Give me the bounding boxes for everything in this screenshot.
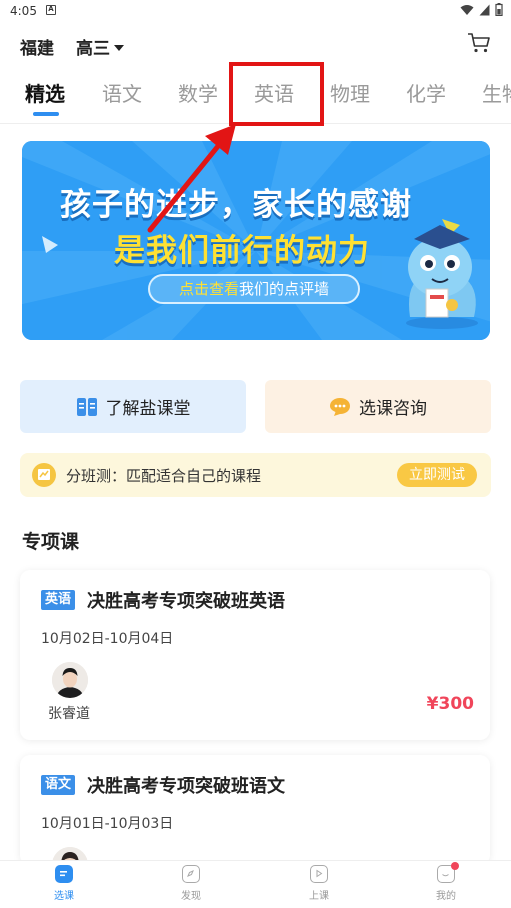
course-card[interactable]: 英语 决胜高考专项突破班英语 10月02日-10月04日 张睿道 ¥300	[20, 570, 490, 740]
banner-subheadline: 是我们前行的动力	[114, 233, 370, 269]
nav-label: 选课	[54, 891, 74, 902]
grade-selector[interactable]: 高三	[76, 34, 124, 59]
cart-icon[interactable]	[467, 32, 491, 54]
nav-discover[interactable]: 发现	[161, 865, 221, 902]
top-bar: 福建 高三	[0, 30, 511, 62]
status-bar: 4:05 A	[0, 0, 511, 22]
annotation-highlight-box	[229, 62, 324, 126]
tab-physics[interactable]: 物理	[330, 78, 370, 107]
status-time: 4:05	[10, 4, 37, 18]
nav-select-course[interactable]: 选课	[34, 865, 94, 902]
tab-math[interactable]: 数学	[178, 78, 218, 107]
nav-attend-class[interactable]: 上课	[289, 865, 349, 902]
test-paper-icon	[32, 463, 56, 487]
signal-icon	[479, 4, 490, 15]
nav-label: 上课	[309, 891, 329, 902]
wifi-icon	[460, 4, 474, 15]
profile-icon	[437, 862, 459, 883]
learn-classroom-label: 了解盐课堂	[105, 399, 191, 419]
course-consult-label: 选课咨询	[359, 399, 427, 419]
nav-label: 发现	[181, 891, 201, 902]
bottom-navigation: 选课 发现 上课 我的	[0, 860, 511, 908]
notification-badge	[451, 862, 459, 870]
compass-icon	[182, 865, 200, 883]
course-dates: 10月02日-10月04日	[41, 631, 174, 647]
course-price: ¥300	[426, 694, 474, 714]
review-wall-button[interactable]: 点击查看我们的点评墙	[148, 274, 360, 304]
course-title: 决胜高考专项突破班英语	[87, 591, 285, 612]
subject-tag: 语文	[41, 775, 75, 795]
course-title: 决胜高考专项突破班语文	[87, 776, 285, 797]
book-icon	[76, 397, 97, 416]
tab-selected[interactable]: 精选	[25, 78, 65, 107]
subject-tag: 英语	[41, 590, 75, 610]
course-card[interactable]: 语文 决胜高考专项突破班语文 10月01日-10月03日	[20, 755, 490, 865]
tab-chemistry[interactable]: 化学	[406, 78, 446, 107]
teacher-avatar	[52, 662, 88, 698]
course-dates: 10月01日-10月03日	[41, 816, 174, 832]
section-title: 专项课	[22, 531, 80, 553]
play-icon	[310, 865, 328, 883]
placement-test-text: 分班测：匹配适合自己的课程	[66, 467, 262, 485]
system-icons	[460, 3, 503, 16]
region-selector[interactable]: 福建	[20, 34, 54, 59]
promo-banner[interactable]: 孩子的进步，家长的感谢 是我们前行的动力 点击查看我们的点评墙	[22, 141, 490, 340]
nav-profile[interactable]: 我的	[416, 862, 476, 902]
teacher-name: 张睿道	[48, 706, 90, 722]
grade-label: 高三	[76, 39, 110, 59]
caret-down-icon	[114, 44, 124, 51]
nav-label: 我的	[436, 891, 456, 902]
course-consult-button[interactable]: 选课咨询	[265, 380, 491, 433]
battery-icon	[495, 3, 503, 16]
mascot-illustration	[406, 225, 478, 329]
banner-headline: 孩子的进步，家长的感谢	[60, 187, 412, 223]
chat-bubble-icon	[330, 397, 350, 416]
placement-test-bar[interactable]: 分班测：匹配适合自己的课程 立即测试	[20, 453, 491, 497]
active-tab-indicator	[33, 112, 59, 116]
learn-classroom-button[interactable]: 了解盐课堂	[20, 380, 246, 433]
notification-icon: A	[46, 5, 56, 15]
course-list-icon	[55, 865, 73, 883]
start-test-button[interactable]: 立即测试	[397, 463, 477, 487]
cta-highlight: 点击查看	[178, 280, 239, 298]
tab-chinese[interactable]: 语文	[102, 78, 142, 107]
cta-text: 我们的点评墙	[239, 280, 330, 298]
tab-biology[interactable]: 生物	[482, 78, 511, 107]
